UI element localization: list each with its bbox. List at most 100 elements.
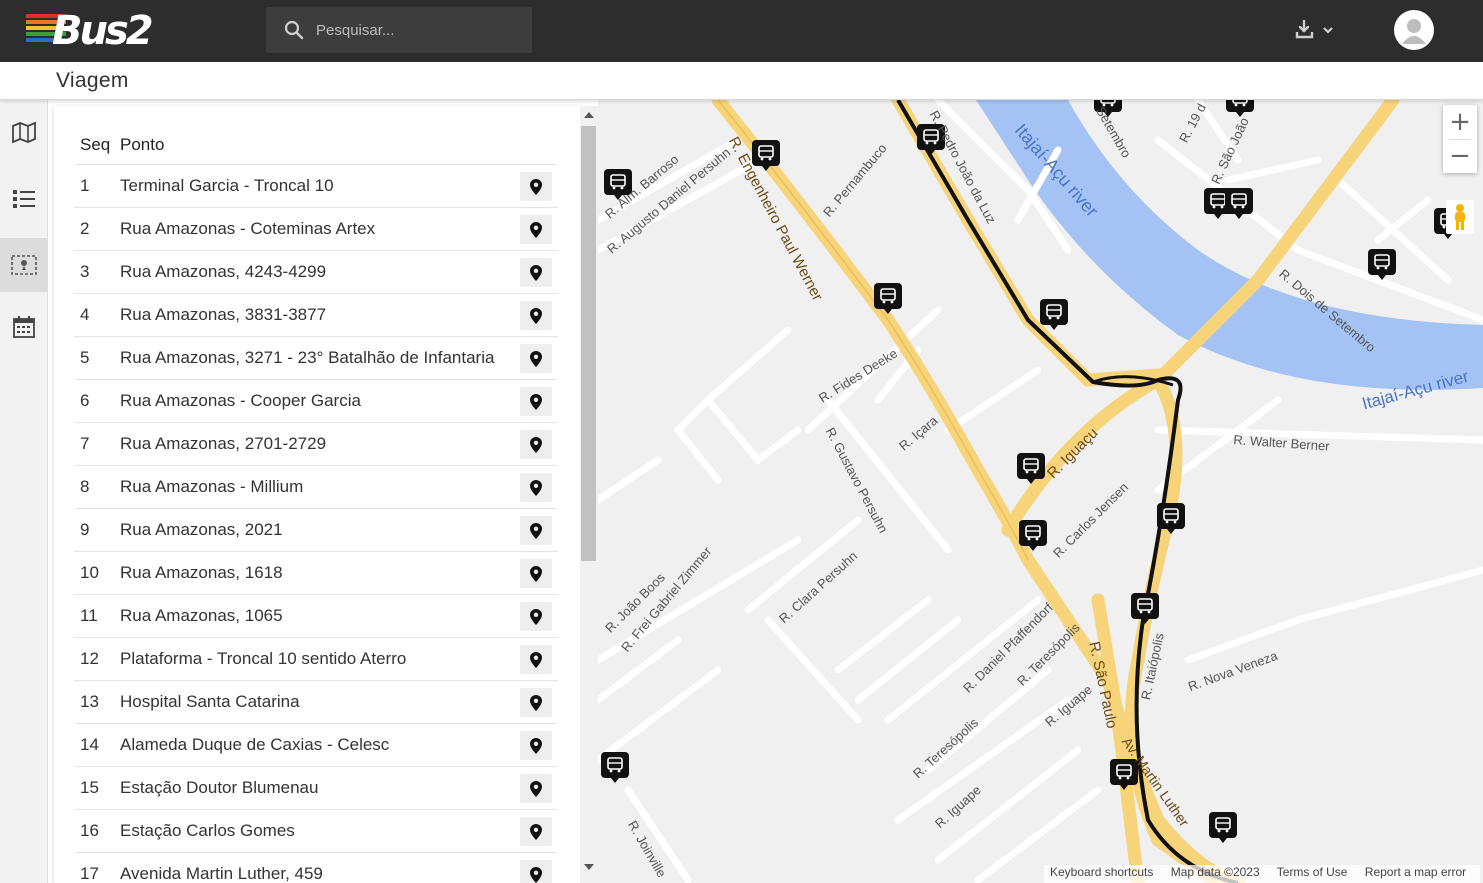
- zoom-out-button[interactable]: −: [1443, 139, 1477, 173]
- map-pin-icon: [530, 780, 542, 797]
- scroll-down-arrow[interactable]: [584, 864, 594, 870]
- row-seq: 3: [80, 262, 90, 281]
- table-row[interactable]: 9 Rua Amazonas, 2021: [74, 508, 558, 551]
- locate-stop-button[interactable]: [520, 731, 552, 760]
- route-icon: [11, 255, 37, 275]
- list-icon: [13, 190, 35, 208]
- table-row[interactable]: 6 Rua Amazonas - Cooper Garcia: [74, 379, 558, 422]
- keyboard-shortcuts-link[interactable]: Keyboard shortcuts: [1050, 865, 1153, 879]
- terms-link[interactable]: Terms of Use: [1277, 865, 1348, 879]
- download-menu-button[interactable]: [1294, 18, 1338, 44]
- chevron-down-icon: [1323, 27, 1333, 34]
- bus-stop-marker[interactable]: [1226, 100, 1254, 117]
- row-seq: 11: [80, 606, 98, 625]
- title-bar: Viagem: [0, 62, 1483, 100]
- search-icon[interactable]: [284, 20, 304, 40]
- bus-stop-marker[interactable]: [1040, 299, 1068, 330]
- download-icon: [1295, 19, 1333, 39]
- row-stop-name: Rua Amazonas, 4243-4299: [120, 262, 327, 281]
- locate-stop-button[interactable]: [520, 774, 552, 803]
- scroll-thumb[interactable]: [581, 126, 596, 561]
- locate-stop-button[interactable]: [520, 559, 552, 588]
- row-stop-name: Rua Amazonas, 3271 - 23° Batalhão de Inf…: [120, 348, 495, 367]
- table-row[interactable]: 8 Rua Amazonas - Millium: [74, 465, 558, 508]
- row-seq: 15: [80, 778, 99, 797]
- table-row[interactable]: 13 Hospital Santa Catarina: [74, 680, 558, 723]
- map-pin-icon: [530, 565, 542, 582]
- map-pin-icon: [530, 264, 542, 281]
- column-header-seq: Seq: [80, 135, 111, 154]
- user-avatar[interactable]: [1394, 10, 1434, 50]
- table-row[interactable]: 2 Rua Amazonas - Coteminas Artex: [74, 207, 558, 250]
- locate-stop-button[interactable]: [520, 301, 552, 330]
- street-view-pegman[interactable]: [1446, 200, 1474, 234]
- locate-stop-button[interactable]: [520, 688, 552, 717]
- locate-stop-button[interactable]: [520, 602, 552, 631]
- row-stop-name: Terminal Garcia - Troncal 10: [120, 176, 334, 195]
- locate-stop-button[interactable]: [520, 473, 552, 502]
- row-seq: 5: [80, 348, 90, 367]
- map-pin-icon: [530, 350, 542, 367]
- map-view[interactable]: Itajaí-Açu river Itajaí-Açu river R. Engen…: [598, 100, 1483, 883]
- bus-stop-marker[interactable]: [601, 752, 629, 783]
- locate-stop-button[interactable]: [520, 817, 552, 846]
- map-pin-icon: [530, 608, 542, 625]
- table-row[interactable]: 5 Rua Amazonas, 3271 - 23° Batalhão de In…: [74, 336, 558, 379]
- locate-stop-button[interactable]: [520, 516, 552, 545]
- map-pin-icon: [530, 178, 542, 195]
- locate-stop-button[interactable]: [520, 258, 552, 287]
- table-row[interactable]: 4 Rua Amazonas, 3831-3877: [74, 293, 558, 336]
- table-row[interactable]: 11 Rua Amazonas, 1065: [74, 594, 558, 637]
- row-seq: 8: [80, 477, 90, 496]
- table-row[interactable]: 12 Plataforma - Troncal 10 sentido Aterro: [74, 637, 558, 680]
- row-seq: 1: [80, 176, 90, 195]
- map-canvas[interactable]: [598, 100, 1483, 883]
- zoom-in-button[interactable]: +: [1443, 105, 1477, 139]
- row-seq: 6: [80, 391, 90, 410]
- map-pin-icon: [530, 522, 542, 539]
- bus-stop-markers: [601, 100, 1462, 843]
- map-pin-icon: [530, 651, 542, 668]
- rail-item-list[interactable]: [0, 172, 48, 226]
- row-stop-name: Rua Amazonas - Millium: [120, 477, 304, 496]
- bus-stop-marker[interactable]: [1209, 812, 1237, 843]
- panel-scrollbar[interactable]: [580, 106, 598, 883]
- locate-stop-button[interactable]: [520, 344, 552, 373]
- rail-item-route[interactable]: [0, 238, 48, 292]
- pegman-icon: [1446, 200, 1474, 234]
- locate-stop-button[interactable]: [520, 215, 552, 244]
- row-stop-name: Estação Carlos Gomes: [120, 821, 295, 840]
- rail-item-calendar[interactable]: [0, 300, 48, 354]
- map-pin-icon: [530, 866, 542, 883]
- table-row[interactable]: 14 Alameda Duque de Caxias - Celesc: [74, 723, 558, 766]
- rail-item-map[interactable]: [0, 106, 48, 160]
- table-row[interactable]: 7 Rua Amazonas, 2701-2729: [74, 422, 558, 465]
- table-row[interactable]: 10 Rua Amazonas, 1618: [74, 551, 558, 594]
- bus2-logo[interactable]: Bus2: [26, 8, 176, 54]
- stops-table-body: 1 Terminal Garcia - Troncal 10 2 Rua Amazon…: [74, 164, 558, 883]
- locate-stop-button[interactable]: [520, 387, 552, 416]
- bus-stop-marker[interactable]: [1131, 593, 1159, 624]
- table-row[interactable]: 15 Estação Doutor Blumenau: [74, 766, 558, 809]
- row-seq: 16: [80, 821, 99, 840]
- row-seq: 10: [80, 563, 99, 582]
- logo-text: Bus2: [52, 8, 154, 54]
- locate-stop-button[interactable]: [520, 430, 552, 459]
- locate-stop-button[interactable]: [520, 860, 552, 883]
- map-attribution: Keyboard shortcuts Map data ©2023 Terms …: [1044, 865, 1481, 883]
- report-error-link[interactable]: Report a map error: [1365, 865, 1466, 879]
- scroll-up-arrow[interactable]: [584, 112, 594, 118]
- table-row[interactable]: 1 Terminal Garcia - Troncal 10: [74, 164, 558, 207]
- search-input[interactable]: [316, 15, 516, 45]
- map-pin-icon: [530, 436, 542, 453]
- row-stop-name: Rua Amazonas - Cooper Garcia: [120, 391, 361, 410]
- locate-stop-button[interactable]: [520, 645, 552, 674]
- table-row[interactable]: 3 Rua Amazonas, 4243-4299: [74, 250, 558, 293]
- map-data-text: Map data ©2023: [1170, 865, 1260, 879]
- table-row[interactable]: 16 Estação Carlos Gomes: [74, 809, 558, 852]
- table-row[interactable]: 17 Avenida Martin Luther, 459: [74, 852, 558, 883]
- row-seq: 14: [80, 735, 99, 754]
- map-pin-icon: [530, 221, 542, 238]
- locate-stop-button[interactable]: [520, 172, 552, 201]
- row-stop-name: Alameda Duque de Caxias - Celesc: [120, 735, 390, 754]
